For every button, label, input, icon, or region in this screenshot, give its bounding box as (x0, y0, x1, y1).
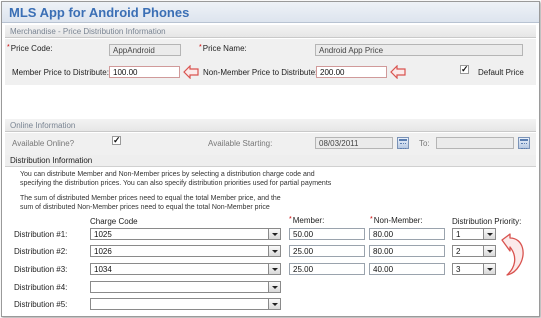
info-line: sum of distributed Non-Member prices nee… (20, 204, 270, 211)
priority-header: Distribution Priority: (452, 217, 522, 226)
app-window: MLS App for Android Phones Merchandise -… (1, 1, 540, 317)
required-marker: * (7, 44, 10, 51)
charge-code-header: Charge Code (90, 217, 138, 226)
online-panel: Available Online? ✓ Available Starting: … (5, 133, 536, 155)
charge-code-value: 1025 (94, 230, 112, 239)
nonmember-price-input[interactable]: 200.00 (316, 66, 387, 78)
to-label: To: (419, 139, 430, 148)
distribution-row-label: Distribution #3: (14, 265, 68, 274)
merchandise-panel: *Price Code: AppAndroid *Price Name: And… (5, 39, 536, 85)
charge-code-select[interactable] (90, 281, 281, 293)
distribution-panel: You can distribute Member and Non-Member… (5, 168, 536, 314)
charge-code-select[interactable]: 1026 (90, 245, 281, 257)
available-starting-field[interactable]: 08/03/2011 (315, 137, 393, 149)
online-section-title: Online Information (5, 119, 536, 132)
distribution-row-label: Distribution #4: (14, 283, 68, 292)
app-title: MLS App for Android Phones (2, 2, 539, 23)
priority-value: 1 (456, 230, 461, 239)
member-header: *Member: (289, 216, 324, 225)
distribution-row-label: Distribution #1: (14, 230, 68, 239)
nonmember-header: *Non-Member: (370, 216, 423, 225)
nonmember-input[interactable]: 80.00 (369, 228, 445, 240)
charge-code-select[interactable]: 1025 (90, 228, 281, 240)
dropdown-arrow-icon (268, 229, 280, 239)
merchandise-section-title: Merchandise - Price Distribution Informa… (5, 25, 536, 38)
annotation-arrow-icon (390, 65, 406, 79)
nonmember-input[interactable]: 40.00 (369, 263, 445, 275)
spacer-panel (5, 85, 536, 119)
info-line: The sum of distributed Member prices nee… (20, 195, 281, 202)
checkbox-check-icon: ✓ (461, 64, 469, 74)
default-price-label: Default Price (478, 68, 524, 77)
info-line: You can distribute Member and Non-Member… (20, 171, 315, 178)
charge-code-value: 1034 (94, 265, 112, 274)
member-header-text: Member: (292, 216, 325, 225)
dropdown-arrow-icon (268, 264, 280, 274)
annotation-arrow-icon (501, 233, 524, 276)
price-code-label: *Price Code: (7, 44, 53, 53)
member-input[interactable]: 25.00 (289, 263, 365, 275)
priority-value: 3 (456, 265, 461, 274)
default-price-checkbox[interactable]: ✓ (460, 65, 469, 74)
annotation-arrow-icon (183, 65, 199, 79)
charge-code-select[interactable]: 1034 (90, 263, 281, 275)
dropdown-arrow-icon (483, 229, 495, 239)
dropdown-arrow-icon (268, 246, 280, 256)
distribution-row-label: Distribution #2: (14, 247, 68, 256)
available-online-checkbox[interactable]: ✓ (112, 136, 121, 145)
dropdown-arrow-icon (483, 246, 495, 256)
distribution-row-label: Distribution #5: (14, 300, 68, 309)
price-code-field: AppAndroid (109, 44, 181, 56)
priority-value: 2 (456, 247, 461, 256)
distribution-section-title: Distribution Information (5, 155, 536, 167)
nonmember-input[interactable]: 80.00 (369, 245, 445, 257)
checkbox-check-icon: ✓ (113, 135, 121, 145)
available-online-label: Available Online? (12, 139, 75, 148)
dropdown-arrow-icon (268, 282, 280, 292)
required-marker: * (199, 44, 202, 51)
price-name-label: *Price Name: (199, 44, 247, 53)
price-name-field: Android App Price (315, 44, 523, 56)
price-code-label-text: Price Code: (10, 44, 53, 53)
member-price-input[interactable]: 100.00 (109, 66, 180, 78)
available-starting-label: Available Starting: (208, 139, 273, 148)
priority-select[interactable]: 3 (452, 263, 496, 275)
price-name-label-text: Price Name: (202, 44, 247, 53)
member-price-label: Member Price to Distribute: (12, 68, 109, 77)
charge-code-value: 1026 (94, 247, 112, 256)
nonmember-price-label: Non-Member Price to Distribute: (203, 68, 318, 77)
required-marker: * (289, 216, 292, 223)
available-to-field[interactable] (436, 137, 514, 149)
dropdown-arrow-icon (483, 264, 495, 274)
nonmember-header-text: Non-Member: (373, 216, 423, 225)
priority-select[interactable]: 2 (452, 245, 496, 257)
member-input[interactable]: 50.00 (289, 228, 365, 240)
required-marker: * (370, 216, 373, 223)
dropdown-arrow-icon (268, 299, 280, 309)
calendar-icon[interactable] (397, 137, 409, 149)
priority-select[interactable]: 1 (452, 228, 496, 240)
charge-code-select[interactable] (90, 298, 281, 310)
member-input[interactable]: 25.00 (289, 245, 365, 257)
calendar-icon[interactable] (518, 137, 530, 149)
info-line: specifying the distribution prices. You … (20, 180, 332, 187)
